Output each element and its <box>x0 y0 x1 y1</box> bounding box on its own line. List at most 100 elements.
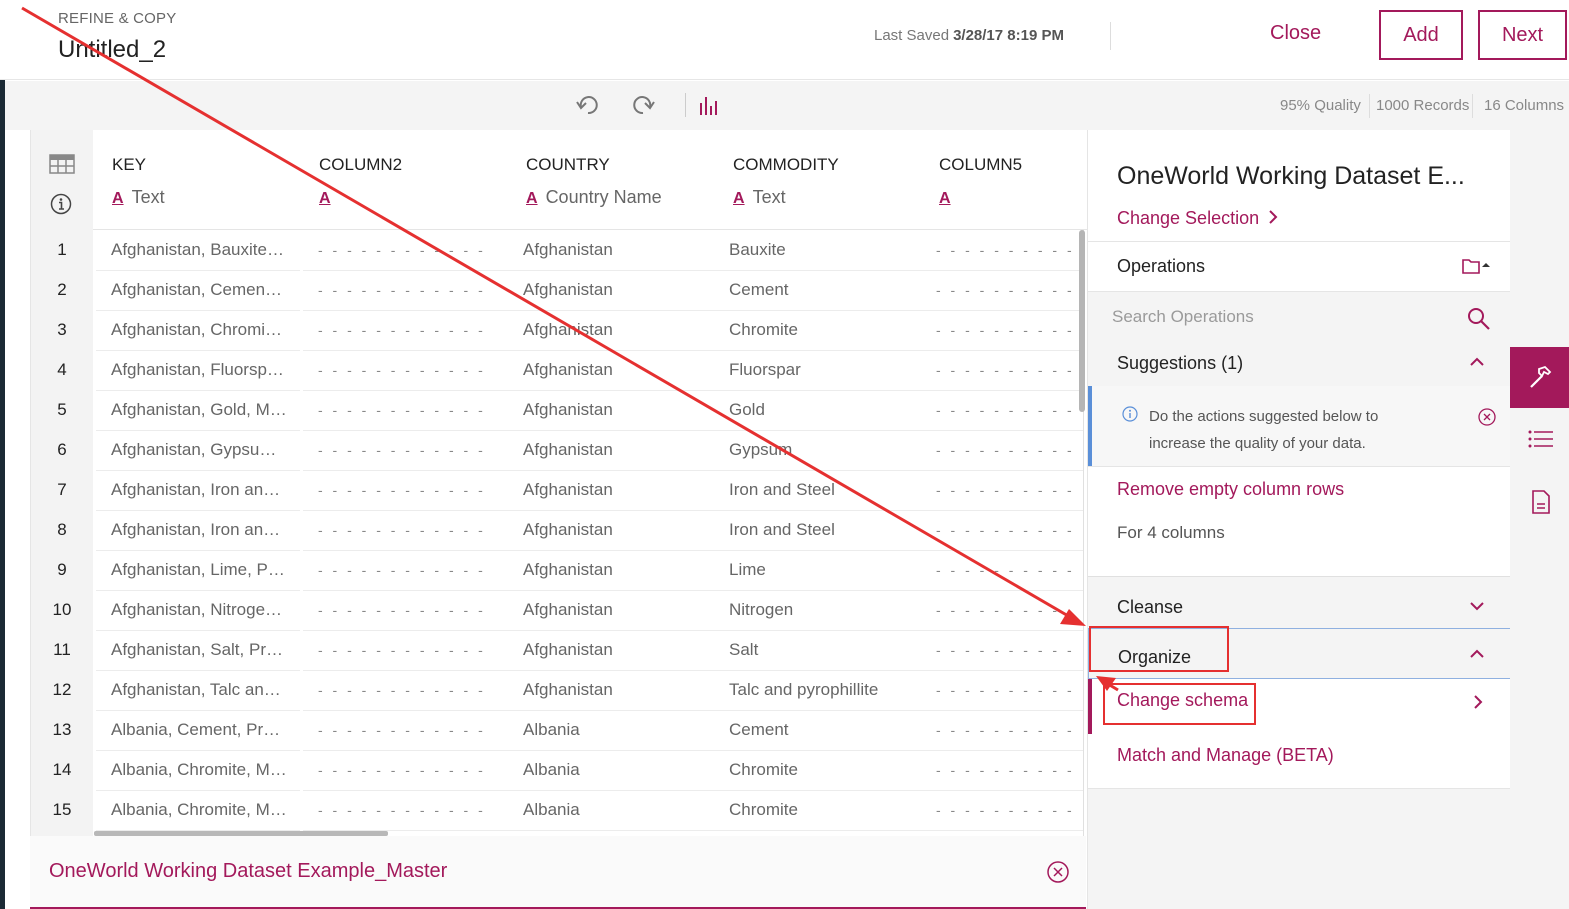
folder-collapse-icon[interactable] <box>1461 257 1493 275</box>
table-cell[interactable]: Afghanistan <box>523 320 713 340</box>
table-cell[interactable]: - - - - - - - - - - - - - <box>936 282 1081 298</box>
column-type[interactable]: A <box>939 187 959 208</box>
close-button[interactable]: Close <box>1270 22 1321 45</box>
table-cell[interactable]: Cement <box>729 280 924 300</box>
column-header[interactable]: COUNTRY <box>526 155 610 175</box>
search-operations-input[interactable] <box>1112 304 1452 330</box>
table-cell[interactable]: - - - - - - - - - - - - - - <box>318 722 493 738</box>
table-cell[interactable]: Afghanistan, Gypsu… <box>111 440 301 460</box>
table-cell[interactable]: Bauxite <box>729 240 924 260</box>
operations-tab[interactable] <box>1510 347 1569 408</box>
table-cell[interactable]: Afghanistan <box>523 360 713 380</box>
table-cell[interactable]: - - - - - - - - - - - - - - <box>318 562 493 578</box>
cleanse-header[interactable]: Cleanse <box>1088 576 1511 628</box>
table-cell[interactable]: Lime <box>729 560 924 580</box>
table-cell[interactable]: - - - - - - - - - - - - - - <box>318 482 493 498</box>
table-cell[interactable]: - - - - - - - - - - - - - <box>936 322 1081 338</box>
table-cell[interactable]: - - - - - - - - - - - - - <box>936 642 1081 658</box>
table-cell[interactable]: Afghanistan, Iron an… <box>111 480 301 500</box>
table-cell[interactable]: Afghanistan, Gold, M… <box>111 400 301 420</box>
table-cell[interactable]: Afghanistan, Salt, Pr… <box>111 640 301 660</box>
document-icon[interactable] <box>1532 490 1550 514</box>
column-header[interactable]: COLUMN2 <box>319 155 402 175</box>
redo-icon[interactable] <box>630 93 656 117</box>
table-cell[interactable]: - - - - - - - - - - - - - <box>936 562 1081 578</box>
column-type[interactable]: A Text <box>112 187 165 208</box>
table-cell[interactable]: Albania <box>523 800 713 820</box>
table-cell[interactable]: Afghanistan, Bauxite… <box>111 240 301 260</box>
table-cell[interactable]: Afghanistan <box>523 600 713 620</box>
table-cell[interactable]: Afghanistan <box>523 400 713 420</box>
table-cell[interactable]: Iron and Steel <box>729 480 924 500</box>
undo-icon[interactable] <box>575 93 601 117</box>
table-cell[interactable]: Afghanistan <box>523 240 713 260</box>
dismiss-icon[interactable] <box>1478 408 1496 426</box>
close-dataset-icon[interactable] <box>1046 860 1070 884</box>
table-cell[interactable]: Fluorspar <box>729 360 924 380</box>
table-cell[interactable]: Iron and Steel <box>729 520 924 540</box>
table-cell[interactable]: Talc and pyrophillite <box>729 680 924 700</box>
table-cell[interactable]: - - - - - - - - - - - - - <box>936 242 1081 258</box>
table-cell[interactable]: - - - - - - - - - - - - - - <box>318 522 493 538</box>
table-cell[interactable]: Afghanistan, Talc an… <box>111 680 301 700</box>
chevron-right-icon[interactable] <box>1473 694 1483 710</box>
next-button[interactable]: Next <box>1478 10 1567 60</box>
table-cell[interactable]: Afghanistan, Cemen… <box>111 280 301 300</box>
table-cell[interactable]: Chromite <box>729 800 924 820</box>
table-cell[interactable]: Afghanistan, Iron an… <box>111 520 301 540</box>
table-cell[interactable]: - - - - - - - - - - - - - - <box>318 442 493 458</box>
column-type[interactable]: A Country Name <box>526 187 662 208</box>
table-cell[interactable]: Nitrogen <box>729 600 924 620</box>
table-cell[interactable]: Afghanistan <box>523 520 713 540</box>
table-cell[interactable]: - - - - - - - - - - - - - - <box>318 762 493 778</box>
page-title[interactable]: Untitled_2 <box>58 36 166 64</box>
table-cell[interactable]: Salt <box>729 640 924 660</box>
column-header[interactable]: COMMODITY <box>733 155 839 175</box>
table-cell[interactable]: - - - - - - - - - - - - - <box>936 442 1081 458</box>
table-cell[interactable]: - - - - - - - - - - - - - - <box>318 322 493 338</box>
column-header[interactable]: KEY <box>112 155 146 175</box>
remove-empty-rows-link[interactable]: Remove empty column rows <box>1117 479 1344 500</box>
table-cell[interactable]: Afghanistan <box>523 280 713 300</box>
table-cell[interactable]: - - - - - - - - - - - - - <box>936 682 1081 698</box>
table-cell[interactable]: Afghanistan <box>523 560 713 580</box>
dataset-name[interactable]: OneWorld Working Dataset Example_Master <box>49 860 447 883</box>
match-manage-link[interactable]: Match and Manage (BETA) <box>1117 745 1334 766</box>
table-cell[interactable]: - - - - - - - - - - - - - <box>936 482 1081 498</box>
table-cell[interactable]: - - - - - - - - - - - - - - <box>318 362 493 378</box>
table-cell[interactable]: - - - - - - - - - - - - - - <box>318 282 493 298</box>
column-type[interactable]: A <box>319 187 339 208</box>
table-cell[interactable]: - - - - - - - - - - - - - <box>936 402 1081 418</box>
table-cell[interactable]: - - - - - - - - - - - - - <box>936 602 1081 618</box>
list-icon[interactable] <box>1528 429 1554 449</box>
column-header[interactable]: COLUMN5 <box>939 155 1022 175</box>
table-cell[interactable]: Afghanistan, Nitroge… <box>111 600 301 620</box>
table-cell[interactable]: Afghanistan <box>523 640 713 660</box>
table-cell[interactable]: Afghanistan, Fluorsp… <box>111 360 301 380</box>
table-cell[interactable]: Cement <box>729 720 924 740</box>
table-cell[interactable]: Chromite <box>729 760 924 780</box>
table-cell[interactable]: Chromite <box>729 320 924 340</box>
add-button[interactable]: Add <box>1379 10 1463 60</box>
table-cell[interactable]: - - - - - - - - - - - - - - <box>318 602 493 618</box>
table-cell[interactable]: - - - - - - - - - - - - - - <box>318 242 493 258</box>
info-icon[interactable] <box>50 193 72 215</box>
table-cell[interactable]: Albania, Cement, Pr… <box>111 720 301 740</box>
table-cell[interactable]: Gypsum <box>729 440 924 460</box>
table-cell[interactable]: - - - - - - - - - - - - - <box>936 362 1081 378</box>
search-icon[interactable] <box>1467 307 1491 331</box>
table-cell[interactable]: - - - - - - - - - - - - - <box>936 722 1081 738</box>
table-cell[interactable]: Albania, Chromite, M… <box>111 800 301 820</box>
table-cell[interactable]: - - - - - - - - - - - - - - <box>318 802 493 818</box>
table-cell[interactable]: - - - - - - - - - - - - - <box>936 802 1081 818</box>
table-cell[interactable]: Afghanistan, Lime, P… <box>111 560 301 580</box>
table-cell[interactable]: Albania <box>523 720 713 740</box>
table-cell[interactable]: - - - - - - - - - - - - - - <box>318 642 493 658</box>
bar-chart-icon[interactable] <box>699 93 719 117</box>
table-cell[interactable]: - - - - - - - - - - - - - - <box>318 402 493 418</box>
table-cell[interactable]: Albania, Chromite, M… <box>111 760 301 780</box>
table-cell[interactable]: Afghanistan, Chromi… <box>111 320 301 340</box>
table-cell[interactable]: Albania <box>523 760 713 780</box>
column-type[interactable]: A Text <box>733 187 786 208</box>
suggestions-header[interactable]: Suggestions (1) <box>1088 342 1511 386</box>
